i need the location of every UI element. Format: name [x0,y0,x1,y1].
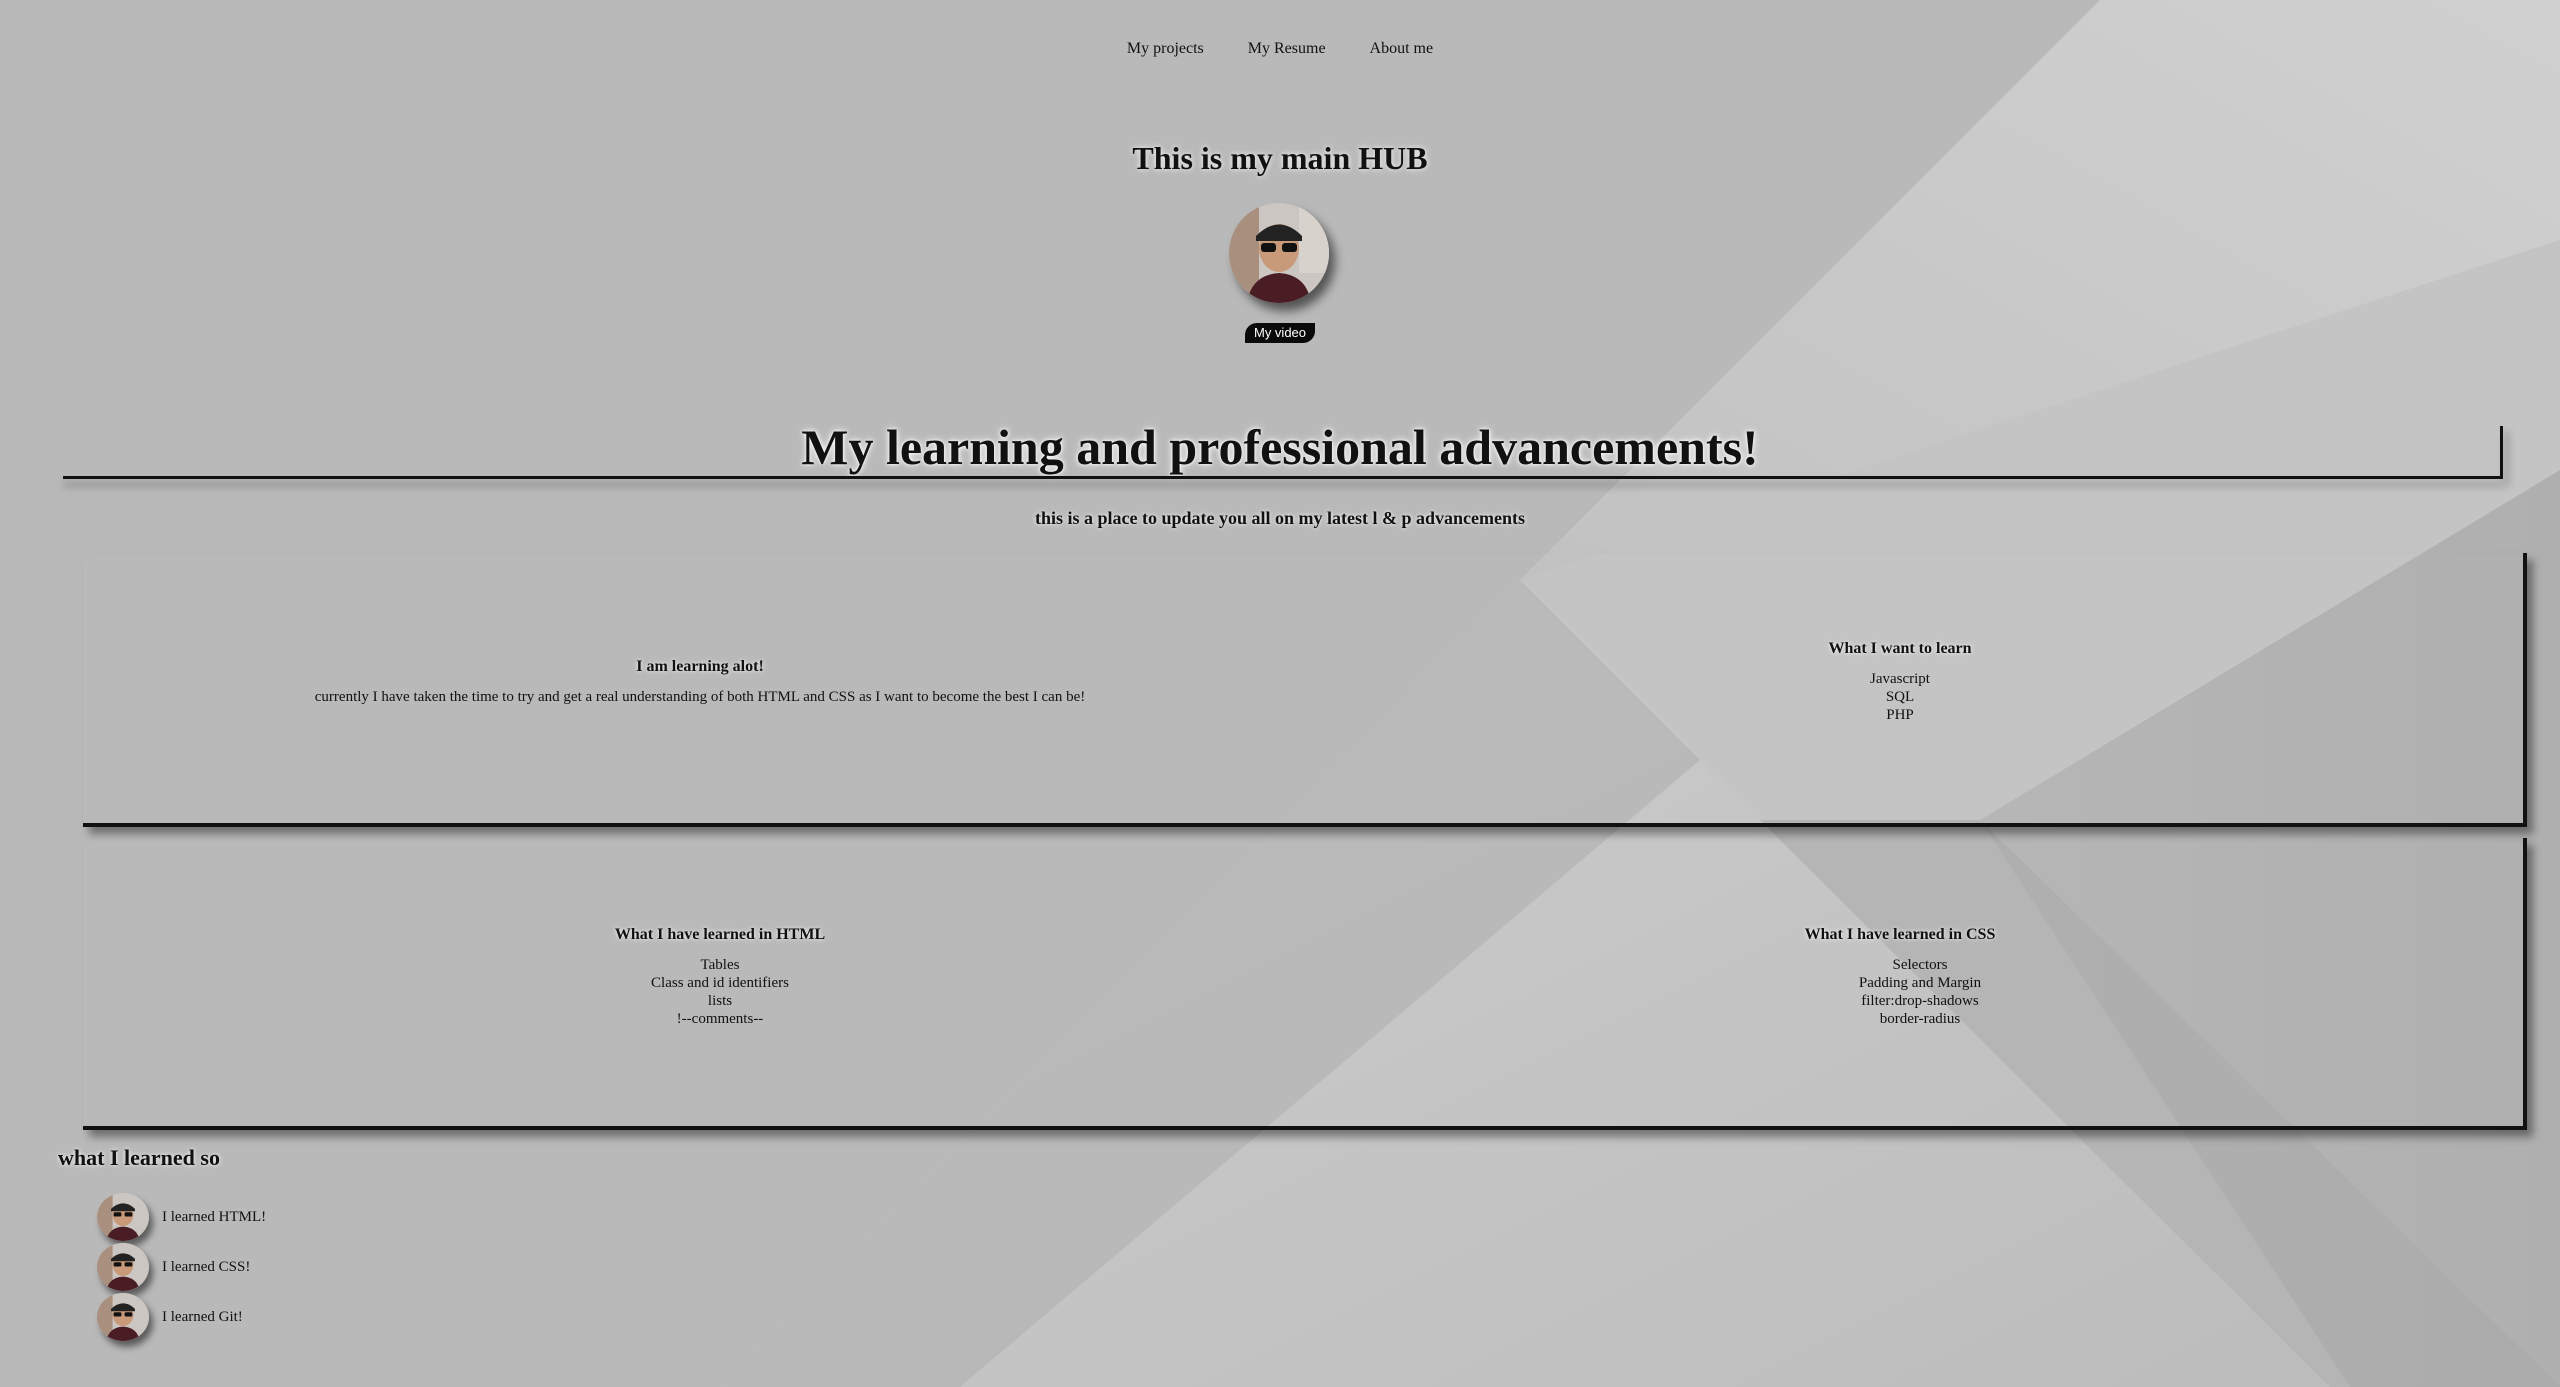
list-item: Javascript [1870,671,1930,687]
html-learned-column: What I have learned in HTML Tables Class… [420,926,1020,1028]
want-to-learn-heading: What I want to learn [1828,640,1972,657]
want-to-learn-list: Javascript SQL PHP [1600,670,2200,724]
list-item: PHP [1886,707,1914,723]
list-item: Class and id identifiers [651,975,789,991]
list-item: I learned HTML! [97,1192,266,1242]
nav-my-resume[interactable]: My Resume [1248,40,1326,57]
list-item: SQL [1885,689,1915,705]
list-item: border-radius [1879,1011,1961,1027]
list-item: Padding and Margin [1858,975,1982,991]
title-underline [63,476,2503,479]
learned-so-title: what I learned so [58,1145,220,1170]
learning-heading: I am learning alot! [636,658,764,675]
list-item: Selectors [1892,957,1948,973]
learning-text: currently I have taken the time to try a… [314,689,1086,705]
css-learned-heading: What I have learned in CSS [1804,926,1996,943]
list-item: !--comments-- [676,1011,764,1027]
html-learned-heading: What I have learned in HTML [614,926,826,943]
profile-avatar [1229,203,1329,303]
nav-my-projects[interactable]: My projects [1127,40,1204,57]
learned-list: I learned HTML! I learned CSS! I learned… [97,1192,266,1342]
hub-title: This is my main HUB [1132,140,1428,176]
css-learned-column: What I have learned in CSS Selectors Pad… [1600,926,2200,1028]
avatar [97,1293,149,1341]
advancements-subtitle: this is a place to update you all on my … [1034,508,1526,528]
list-item: I learned CSS! [97,1242,266,1292]
top-nav: My projects My Resume About me [0,40,2560,58]
html-learned-list: Tables Class and id identifiers lists !-… [420,956,1020,1028]
learned-item-label: I learned CSS! [162,1258,251,1275]
avatar [97,1193,149,1241]
nav-about-me[interactable]: About me [1370,40,1434,57]
list-item: filter:drop-shadows [1861,993,1979,1009]
learned-item-label: I learned Git! [162,1308,243,1325]
learning-column: I am learning alot! currently I have tak… [200,658,1200,706]
list-item: I learned Git! [97,1292,266,1342]
my-video-button[interactable]: My video [1245,323,1315,343]
learned-item-label: I learned HTML! [162,1208,267,1225]
list-item: Tables [700,957,740,973]
title-right-edge [2500,426,2503,479]
advancements-title: My learning and professional advancement… [801,419,1759,475]
avatar [97,1243,149,1291]
css-learned-list: Selectors Padding and Margin filter:drop… [1620,956,2220,1028]
list-item: lists [707,993,733,1009]
want-to-learn-column: What I want to learn Javascript SQL PHP [1600,640,2200,724]
